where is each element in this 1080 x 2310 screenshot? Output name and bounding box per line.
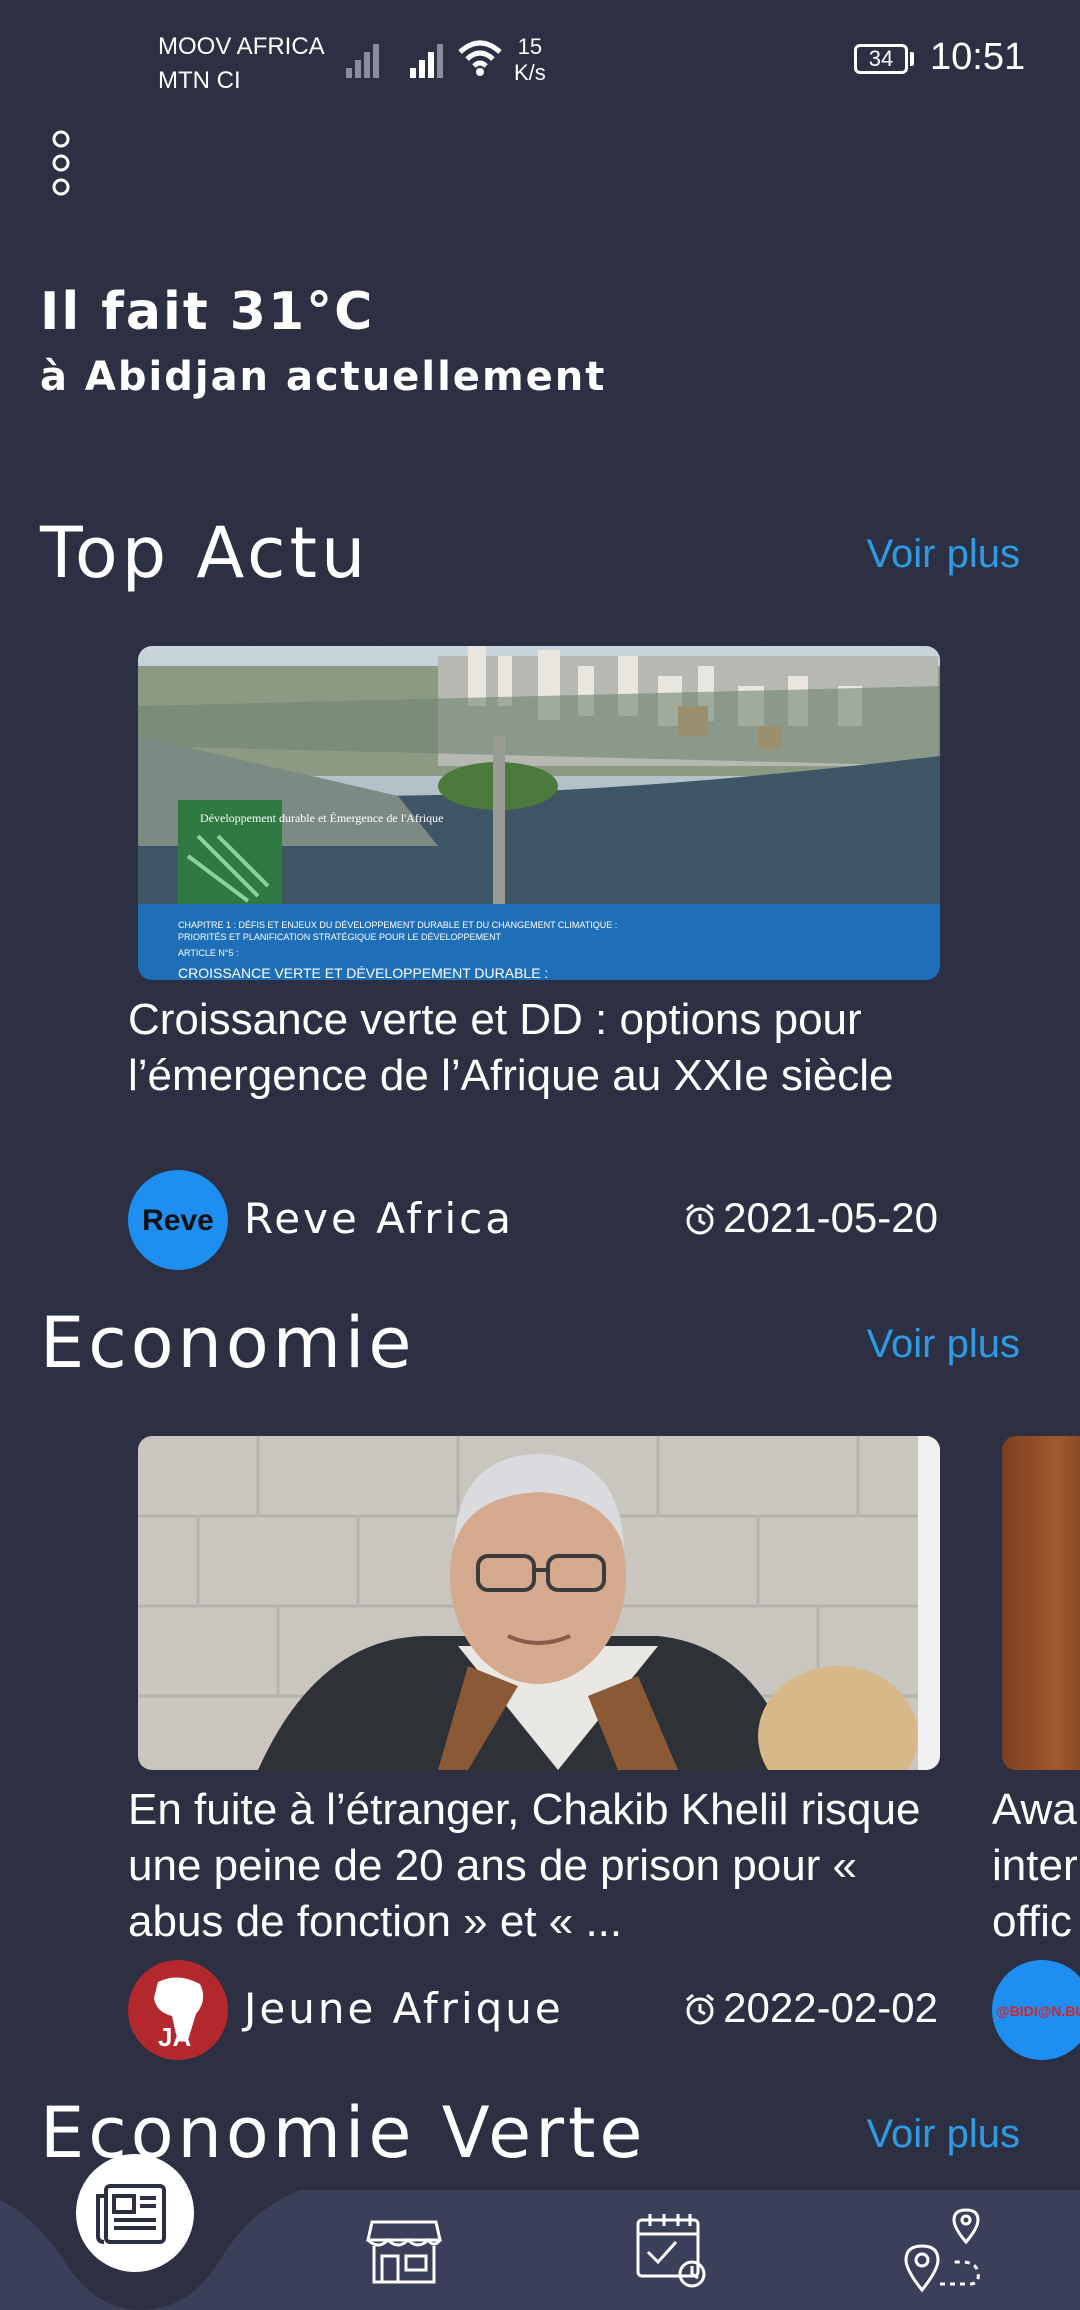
calendar-check-icon: [636, 2214, 706, 2288]
news-card-image[interactable]: [1002, 1436, 1080, 1770]
news-card-date: 2022-02-02: [683, 1984, 938, 2032]
signal-icon: [410, 44, 443, 78]
news-card-image[interactable]: Développement durable et Émergence de l'…: [138, 646, 940, 980]
source-logo-text: Reve: [142, 1204, 214, 1237]
weather-location: à Abidjan actuellement: [40, 354, 607, 400]
source-logo-text: @BIDI@N.BU: [996, 2003, 1080, 2019]
news-card-image[interactable]: [138, 1436, 940, 1770]
nav-events-button[interactable]: [632, 2208, 712, 2294]
source-logo: Reve: [128, 1170, 228, 1270]
alarm-clock-icon: [686, 1203, 715, 1235]
city-aerial-image: Développement durable et Émergence de l'…: [138, 646, 940, 980]
date-text: 2021-05-20: [723, 1194, 938, 1241]
more-options-icon[interactable]: [48, 130, 74, 196]
portrait-photo: [138, 1436, 940, 1770]
status-bar: MOOV AFRICA MTN CI 15 K/s 34 10:51: [0, 0, 1080, 120]
news-card[interactable]: En fuite à l’étranger, Chakib Khelil ris…: [128, 1436, 940, 2066]
news-card-source: Jeune Afrique: [244, 1984, 564, 2033]
image-caption-1: CHAPITRE 1 : DÉFIS ET ENJEUX DU DÉVELOPP…: [178, 920, 617, 930]
carrier-1: MOOV AFRICA: [158, 33, 325, 60]
wifi-icon: [458, 40, 502, 76]
network-speed: 15 K/s: [514, 34, 546, 86]
speed-unit: K/s: [514, 60, 546, 85]
voir-plus-top-actu[interactable]: Voir plus: [867, 532, 1020, 577]
carrier-2: MTN CI: [158, 67, 241, 94]
news-card-next[interactable]: Awa inter offic @BIDI@N.BU: [992, 1436, 1080, 2066]
section-title-top-actu: Top Actu: [40, 512, 370, 594]
status-time: 10:51: [930, 36, 1026, 78]
signal-icon: [346, 44, 379, 78]
news-card-title[interactable]: Croissance verte et DD : options pour l’…: [128, 992, 938, 1104]
battery-tip: [910, 52, 914, 66]
news-card-date: 2021-05-20: [683, 1194, 938, 1242]
weather-temperature: Il fait 31°C: [40, 282, 375, 342]
news-card-source: Reve Africa: [244, 1194, 514, 1243]
battery-icon: 34: [854, 44, 908, 74]
carrier-names: MOOV AFRICA MTN CI: [158, 30, 325, 98]
image-caption-2: PRIORITÉS ET PLANIFICATION STRATÉGIQUE P…: [178, 932, 502, 942]
date-text: 2022-02-02: [723, 1984, 938, 2031]
source-logo-text: JA: [158, 2022, 191, 2052]
battery-level: 34: [868, 46, 894, 71]
source-logo: @BIDI@N.BU: [992, 1960, 1080, 2060]
section-title-economie: Economie: [40, 1302, 416, 1384]
route-map-icon: [904, 2208, 980, 2293]
book-title-text: Développement durable et Émergence de l'…: [200, 811, 444, 825]
alarm-clock-icon: [686, 1993, 715, 2025]
nav-map-button[interactable]: [900, 2206, 990, 2296]
speed-value: 15: [517, 34, 543, 59]
store-icon: [366, 2220, 442, 2284]
voir-plus-economie-verte[interactable]: Voir plus: [867, 2112, 1020, 2157]
news-card-title[interactable]: En fuite à l’étranger, Chakib Khelil ris…: [128, 1782, 938, 1950]
nav-store-button[interactable]: [364, 2210, 444, 2290]
nav-news-button[interactable]: [76, 2154, 194, 2272]
source-logo: JA: [128, 1960, 228, 2060]
image-caption-3: ARTICLE N°5 :: [178, 948, 238, 958]
image-caption-4: CROISSANCE VERTE ET DÉVELOPPEMENT DURABL…: [178, 965, 548, 980]
bottom-navigation: [0, 2154, 1080, 2310]
news-card[interactable]: Développement durable et Émergence de l'…: [128, 646, 940, 1276]
voir-plus-economie[interactable]: Voir plus: [867, 1322, 1020, 1367]
newspaper-icon: [96, 2184, 166, 2244]
news-card-title[interactable]: Awa inter offic: [992, 1782, 1078, 1950]
